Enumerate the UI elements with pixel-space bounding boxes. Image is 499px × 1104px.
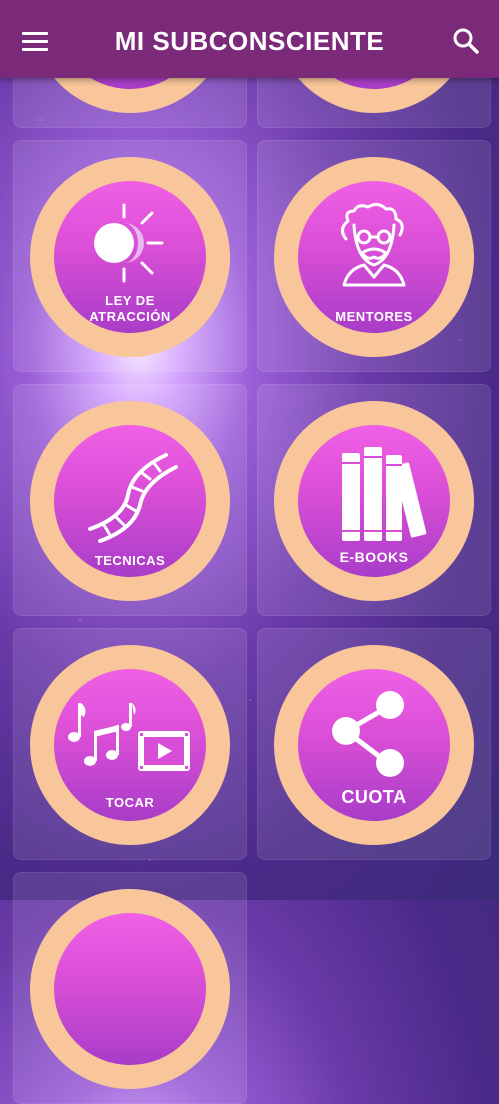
tile-label: TOCAR [105, 795, 155, 810]
ring: CUOTA [274, 645, 474, 845]
tile-tecnicas[interactable]: TECNICAS [13, 384, 247, 616]
ring: MENTORES [274, 157, 474, 357]
app-bar: MI SUBCONSCIENTE [0, 0, 499, 78]
tile-ley-de-atraccion[interactable]: LEY DE ATRACCIÓN [13, 140, 247, 372]
ring: LEY DE ATRACCIÓN [30, 157, 230, 357]
tile-label: CUOTA [341, 787, 407, 807]
ring: TOCAR [30, 645, 230, 845]
tile-tocar[interactable]: TOCAR [13, 628, 247, 860]
tile-label: MENTORES [335, 309, 413, 324]
app-title: MI SUBCONSCIENTE [114, 26, 385, 56]
tile-label-line2: ATRACCIÓN [89, 309, 171, 324]
tile-cuota[interactable]: CUOTA [257, 628, 491, 860]
tile-label-line1: LEY DE [105, 293, 155, 308]
search-icon[interactable] [451, 26, 481, 56]
ring: E-BOOKS [274, 401, 474, 601]
tile-e-books[interactable]: E-BOOKS [257, 384, 491, 616]
tile-mentores[interactable]: MENTORES [257, 140, 491, 372]
ring [30, 889, 230, 1089]
tile-label: TECNICAS [94, 553, 166, 568]
tile-partial-bottom-left[interactable] [13, 872, 247, 1104]
tile-label: E-BOOKS [339, 549, 409, 565]
ring: TECNICAS [30, 401, 230, 601]
